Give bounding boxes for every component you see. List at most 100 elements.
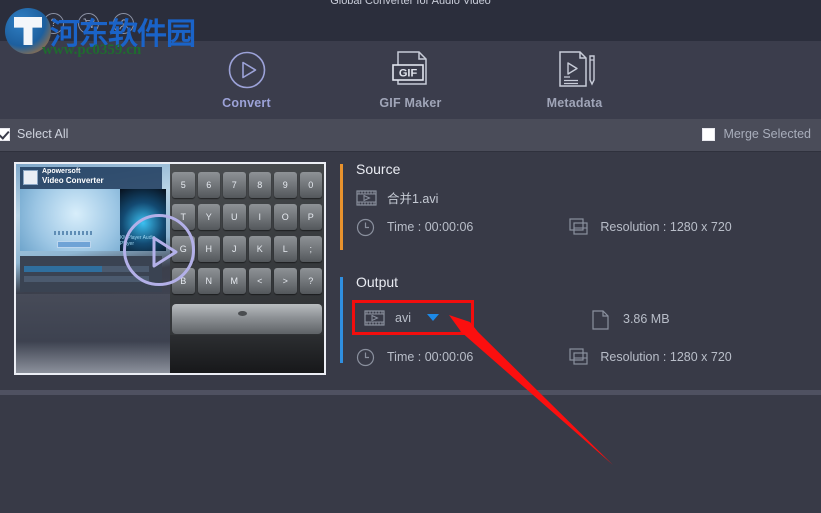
merge-selected-label: Merge Selected — [723, 127, 811, 141]
keyboard-smudge — [237, 311, 247, 316]
gif-document-icon: GIF — [388, 50, 434, 90]
output-size: 3.86 MB — [592, 309, 670, 330]
film-strip-icon — [364, 309, 385, 327]
keyboard-key: J — [223, 236, 246, 262]
inner-list-row-selected — [24, 266, 102, 272]
keyboard-key: H — [197, 236, 220, 262]
source-time: Time : 00:00:06 — [356, 218, 474, 237]
output-title: Output — [356, 274, 399, 290]
keyboard-key: 7 — [223, 172, 246, 198]
inner-app-name-line2: Video Converter — [42, 176, 104, 185]
clock-icon — [356, 218, 377, 237]
source-resolution-label: Resolution : 1280 x 720 — [600, 220, 732, 234]
keyboard-key: > — [274, 268, 297, 294]
inner-lower-surface — [16, 293, 170, 373]
list-toolbar: Select All Merge Selected — [0, 119, 821, 152]
keyboard-key: P — [299, 204, 322, 230]
keyboard-key: < — [248, 268, 271, 294]
file-info-panel: Source 合并1.avi Time: 00:00:06 Resolutio… — [340, 160, 810, 378]
home-icon[interactable] — [8, 13, 29, 34]
account-icon[interactable] — [113, 13, 134, 34]
film-strip-icon — [356, 189, 377, 207]
toolbar-label-gif-maker: GIF Maker — [379, 96, 442, 110]
output-accent-bar — [340, 277, 343, 363]
footer-area — [0, 395, 821, 513]
resolution-icon — [569, 348, 590, 366]
merge-selected-control[interactable]: Merge Selected — [702, 127, 811, 141]
play-triangle — [150, 235, 178, 268]
inner-app-name-line1: Apowersoft — [42, 168, 81, 175]
output-meta-row: Time : 00:00:06 Resolution : 1280 x 720 — [356, 348, 810, 367]
output-format-dropdown[interactable]: avi — [352, 300, 474, 335]
output-size-label: 3.86 MB — [623, 311, 670, 326]
source-time-label: Time : 00:00:06 — [387, 220, 474, 234]
toolbar-item-gif-maker[interactable]: GIF GIF Maker — [363, 50, 459, 110]
keyboard-key: O — [274, 204, 297, 230]
source-resolution: Resolution : 1280 x 720 — [569, 218, 732, 236]
keyboard-key: I — [248, 204, 271, 230]
keyboard-key: K — [248, 236, 271, 262]
toolbar-label-convert: Convert — [222, 96, 271, 110]
output-resolution: Resolution : 1280 x 720 — [569, 348, 732, 366]
resolution-icon — [569, 218, 590, 236]
keyboard-row-numbers: 5 6 7 8 9 0 — [170, 172, 324, 198]
toolbar-label-metadata: Metadata — [546, 96, 603, 110]
thumbnail-right-keyboard-photo: 5 6 7 8 9 0 T Y U I O P G H J K L ; B N … — [170, 164, 324, 373]
help-icon[interactable]: ? — [43, 13, 64, 34]
source-accent-bar — [340, 164, 343, 250]
inner-app-text-line — [53, 231, 94, 235]
keyboard-row-top: T Y U I O P — [170, 204, 324, 230]
keyboard-spacebar — [172, 304, 322, 334]
output-time-label: Time : 00:00:06 — [387, 350, 474, 364]
inner-list-row — [24, 276, 149, 282]
clock-icon — [356, 348, 377, 367]
keyboard-key: 8 — [248, 172, 271, 198]
file-icon — [592, 309, 613, 330]
svg-text:GIF: GIF — [398, 68, 417, 80]
toolbar-item-convert[interactable]: Convert — [199, 50, 295, 110]
keyboard-key: 6 — [197, 172, 220, 198]
keyboard-key: Y — [197, 204, 220, 230]
select-all-label: Select All — [17, 127, 69, 141]
inner-app-logo — [23, 170, 38, 185]
main-toolbar: Convert GIF GIF Maker Metadata — [0, 41, 821, 119]
select-all-control[interactable]: Select All — [0, 127, 68, 141]
source-filename: 合并1.avi — [387, 192, 439, 206]
keyboard-key: N — [197, 268, 220, 294]
select-all-checkbox[interactable] — [0, 127, 10, 141]
keyboard-key: 5 — [172, 172, 195, 198]
output-time: Time : 00:00:06 — [356, 348, 474, 367]
header-bar: ? — [0, 8, 821, 41]
file-entry-row: Apowersoft Video Converter KMPlayer Audi… — [0, 152, 821, 391]
app-window: Global Converter for Audio Video ? Conve… — [0, 0, 821, 513]
source-file: 合并1.avi — [356, 188, 438, 207]
window-title: Global Converter for Audio Video — [330, 0, 491, 7]
output-format-row: avi 3.86 MB — [352, 300, 810, 336]
keyboard-shadow — [170, 335, 324, 373]
inner-app-canvas — [20, 189, 122, 251]
source-filename-row: 合并1.avi — [356, 188, 810, 207]
output-format-value: avi — [395, 310, 411, 325]
keyboard-key: L — [274, 236, 297, 262]
document-pencil-icon — [552, 50, 598, 90]
keyboard-key: ; — [299, 236, 322, 262]
keyboard-row-bottom: B N M < > ? — [170, 268, 324, 294]
keyboard-key: 9 — [274, 172, 297, 198]
output-resolution-label: Resolution : 1280 x 720 — [600, 350, 732, 364]
chevron-down-icon[interactable] — [426, 314, 439, 321]
play-button-icon[interactable] — [123, 214, 195, 286]
title-bar: Global Converter for Audio Video — [0, 0, 821, 8]
output-section: Output avi 3.86 MB Time: 00:00:06 Resol… — [340, 273, 810, 370]
source-title: Source — [356, 161, 401, 177]
inner-app-button — [56, 241, 91, 248]
source-meta-row: Time : 00:00:06 Resolution : 1280 x 720 — [356, 218, 810, 237]
toolbar-item-metadata[interactable]: Metadata — [527, 50, 623, 110]
keyboard-key: M — [223, 268, 246, 294]
source-section: Source 合并1.avi Time: 00:00:06 Resolutio… — [340, 160, 810, 257]
cart-icon[interactable] — [78, 13, 99, 34]
play-circle-icon — [227, 50, 267, 90]
merge-selected-checkbox[interactable] — [702, 127, 716, 141]
keyboard-key: 0 — [299, 172, 322, 198]
keyboard-key: ? — [299, 268, 322, 294]
header-icon-group: ? — [8, 13, 134, 34]
